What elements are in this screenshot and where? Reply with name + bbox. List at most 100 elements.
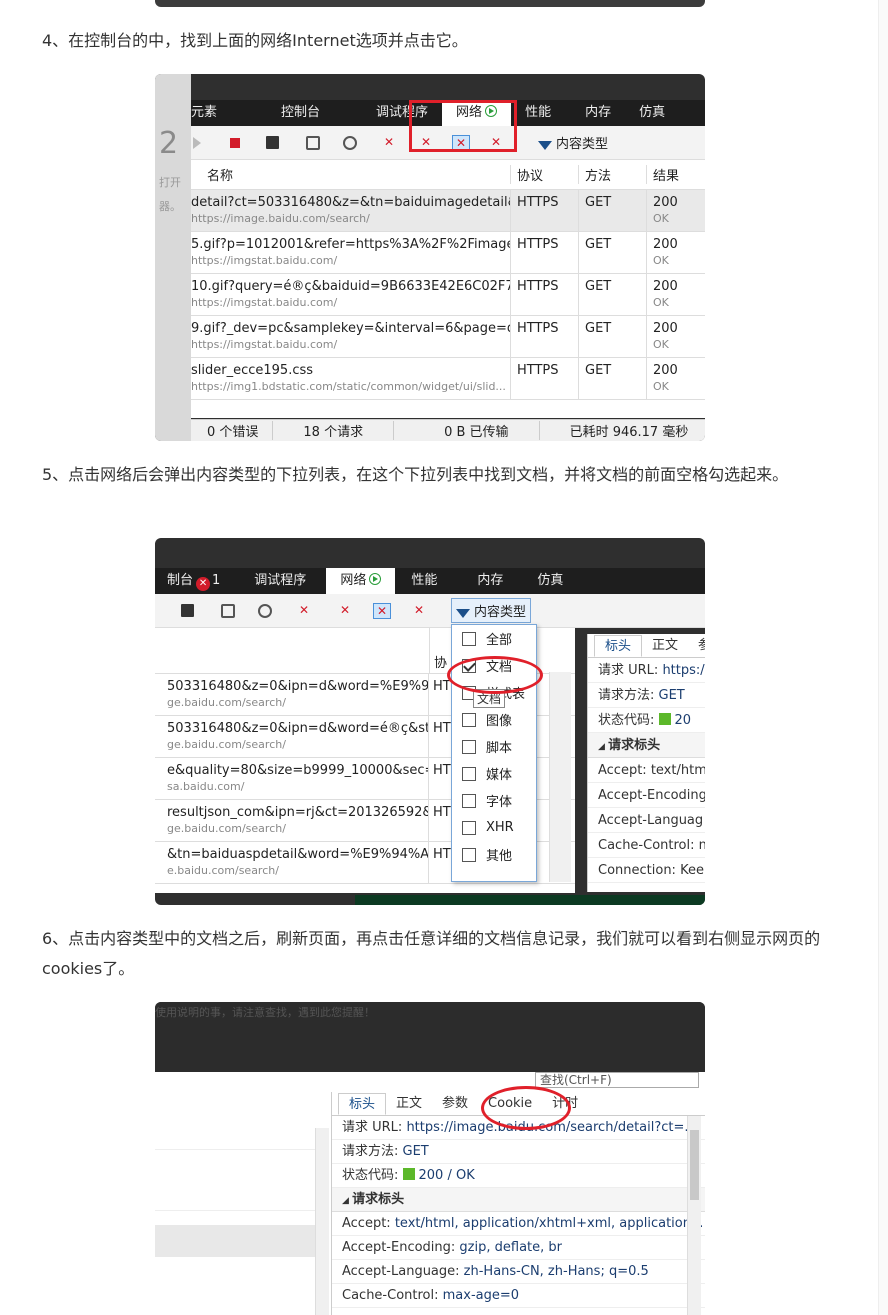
- col-name[interactable]: 名称: [191, 165, 511, 184]
- tab-headers[interactable]: 标头: [338, 1093, 387, 1115]
- tab-body[interactable]: 正文: [386, 1093, 432, 1115]
- header-row: Accept-Encoding: [588, 783, 705, 808]
- grid-scrollbar[interactable]: [549, 672, 571, 882]
- network-toolbar: ✕ ✕ ✕ ✕ 内容类型: [155, 594, 705, 628]
- checkbox[interactable]: [462, 847, 476, 862]
- error-count: 0 个错误: [191, 421, 274, 440]
- grid-header: 名称 协议 方法 结果: [191, 160, 705, 190]
- option-script[interactable]: 脚本: [452, 733, 536, 760]
- bottom-strip: [355, 895, 705, 905]
- error-icon: ✕: [196, 577, 211, 591]
- tab-network[interactable]: 网络: [326, 568, 396, 594]
- option-image[interactable]: 图像: [452, 706, 536, 733]
- dark-header: 使用说明的事，请注意查找，遇到此您提醒！: [155, 1002, 705, 1072]
- filter-funnel-icon: [456, 609, 470, 618]
- request-method-row: 请求方法: GET: [588, 683, 705, 708]
- table-row[interactable]: 5.gif?p=1012001&refer=https%3A%2F%2Fimag…: [191, 232, 705, 274]
- tab-emulation[interactable]: 仿真: [625, 100, 679, 126]
- col-protocol[interactable]: 协: [429, 628, 447, 673]
- request-url-row: 请求 URL: https:/: [588, 658, 705, 683]
- tab-memory[interactable]: 内存: [565, 100, 625, 126]
- tab-console[interactable]: 制台 ✕ 1: [155, 568, 220, 594]
- search-input[interactable]: 查找(Ctrl+F): [535, 1072, 699, 1088]
- clear-icon[interactable]: ✕: [380, 135, 398, 151]
- clear-entries-icon[interactable]: ✕: [410, 603, 428, 619]
- side-number: 2: [159, 126, 179, 161]
- col-method[interactable]: 方法: [579, 165, 647, 184]
- table-row[interactable]: [155, 1185, 315, 1211]
- screenshot-cookie-tab: 使用说明的事，请注意查找，遇到此您提醒！ 查找(Ctrl+F) 标头 正文 参数…: [155, 1002, 705, 1315]
- header-row: Accept: text/html, application/xhtml+xml…: [332, 1212, 705, 1236]
- save-icon[interactable]: [266, 136, 279, 149]
- option-font[interactable]: 字体: [452, 787, 536, 814]
- option-xhr[interactable]: XHR: [452, 814, 536, 841]
- option-all[interactable]: 全部: [452, 625, 536, 652]
- collapse-triangle-icon: ◢: [342, 1196, 353, 1206]
- grid-scrollbar[interactable]: [315, 1128, 329, 1315]
- status-code-row: 状态代码: 200 / OK: [332, 1164, 705, 1188]
- filter-funnel-icon: [538, 141, 552, 150]
- tab-memory[interactable]: 内存: [451, 568, 517, 594]
- content-type-filter[interactable]: 内容类型: [451, 598, 532, 623]
- content-type-filter[interactable]: 内容类型: [538, 133, 608, 152]
- faded-text: 使用说明的事，请注意查找，遇到此您提醒！: [155, 1006, 375, 1019]
- play-icon[interactable]: [193, 136, 201, 149]
- checkbox[interactable]: [462, 712, 476, 727]
- request-headers-section[interactable]: ◢ 请求标头: [332, 1188, 705, 1212]
- scroll-thumb[interactable]: [690, 1130, 699, 1200]
- status-bar: 0 个错误 18 个请求 0 B 已传输 已耗时 946.17 毫秒: [191, 419, 705, 441]
- checkbox[interactable]: [462, 739, 476, 754]
- side-text: 打开: [159, 176, 181, 189]
- tab-performance[interactable]: 性能: [395, 568, 451, 594]
- status-ok-icon: [658, 713, 671, 725]
- header-row: Accept-Encoding: gzip, deflate, br: [332, 1236, 705, 1260]
- status-code-row: 状态代码: 20: [588, 708, 705, 733]
- panel-scrollbar[interactable]: [687, 1116, 701, 1315]
- tab-debugger[interactable]: 调试程序: [220, 568, 320, 594]
- table-row[interactable]: 10.gif?query=é®ç&baiduid=9B6633E42E6C02F…: [191, 274, 705, 316]
- tab-console[interactable]: 控制台: [231, 100, 334, 126]
- option-media[interactable]: 媒体: [452, 760, 536, 787]
- transferred: 0 B 已传输: [394, 421, 540, 440]
- checkbox[interactable]: [462, 793, 476, 808]
- side-text: 器。: [159, 200, 181, 213]
- export-icon[interactable]: [306, 135, 320, 150]
- save-icon[interactable]: [181, 604, 194, 617]
- checkbox[interactable]: [462, 820, 476, 835]
- tab-params[interactable]: 参数: [432, 1093, 478, 1115]
- checkbox[interactable]: [462, 766, 476, 781]
- highlight-circle: [447, 656, 543, 694]
- col-result[interactable]: 结果: [647, 165, 705, 184]
- tab-headers[interactable]: 标头: [594, 635, 643, 657]
- table-row[interactable]: slider_ecce195.css https://img1.bdstatic.…: [191, 358, 705, 400]
- table-row[interactable]: detail?ct=503316480&z=&tn=baiduimagedeta…: [191, 190, 705, 232]
- throttle-icon[interactable]: [258, 603, 272, 618]
- screenshot-content-type-dropdown: 制台 ✕ 1 调试程序 网络 性能 内存 仿真 ✕ ✕ ✕ ✕ 内容类型 协 503…: [155, 538, 705, 905]
- tab-body[interactable]: 正文: [642, 635, 688, 657]
- always-refresh-icon[interactable]: ✕: [373, 602, 391, 619]
- grid-header: [155, 1120, 315, 1150]
- export-icon[interactable]: [221, 603, 235, 618]
- option-other[interactable]: 其他: [452, 841, 536, 868]
- step-4-text: 4、在控制台的中，找到上面的网络Internet选项并点击它。: [42, 31, 468, 50]
- tab-params[interactable]: 参: [688, 635, 705, 657]
- previous-screenshot-edge: [155, 0, 705, 7]
- request-grid: 名称 协议 方法 结果 detail?ct=503316480&z=&tn=ba…: [191, 160, 705, 418]
- step-6-text: 6、点击内容类型中的文档之后，刷新页面，再点击任意详细的文档信息记录，我们就可以…: [42, 929, 821, 978]
- table-row[interactable]: [155, 1225, 315, 1257]
- page-scrollbar[interactable]: [878, 0, 888, 1315]
- clear-cache-icon[interactable]: ✕: [336, 603, 354, 619]
- table-row[interactable]: 9.gif?_dev=pc&samplekey=&interval=6&page…: [191, 316, 705, 358]
- tab-emulation[interactable]: 仿真: [517, 568, 577, 594]
- throttle-icon[interactable]: [343, 135, 357, 150]
- tab-performance[interactable]: 性能: [511, 100, 565, 126]
- highlight-box: [409, 100, 517, 152]
- tab-elements[interactable]: 元素: [191, 100, 231, 126]
- request-headers-section[interactable]: ◢ 请求标头: [588, 733, 705, 758]
- clear-icon[interactable]: ✕: [295, 603, 313, 619]
- stop-icon[interactable]: [230, 137, 240, 148]
- checkbox[interactable]: [462, 631, 476, 646]
- left-faded-strip: 2 打开 器。: [155, 74, 191, 441]
- col-protocol[interactable]: 协议: [511, 165, 579, 184]
- left-grid: [155, 1090, 315, 1315]
